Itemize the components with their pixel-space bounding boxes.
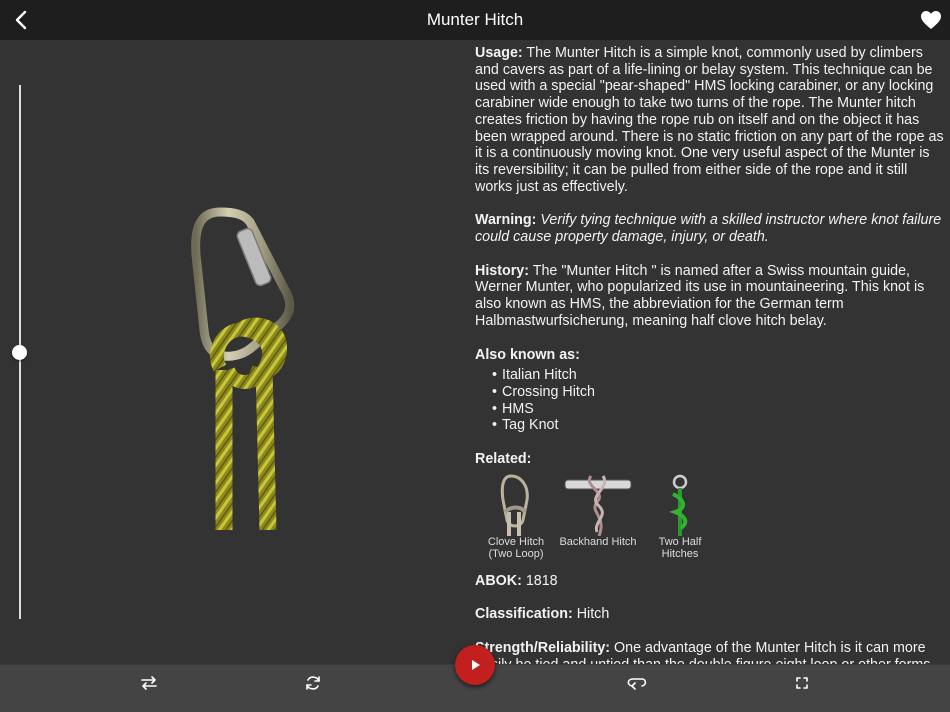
fullscreen-icon xyxy=(796,677,808,689)
page-title: Munter Hitch xyxy=(426,10,524,29)
animation-slider-thumb[interactable] xyxy=(12,344,27,360)
aka-item: Italian Hitch xyxy=(492,367,945,384)
heart-icon xyxy=(921,11,941,29)
warning-text: Verify tying technique with a skilled in… xyxy=(475,212,942,246)
backhand-hitch-thumbnail xyxy=(564,474,632,536)
aka-item: Tag Knot xyxy=(492,417,945,434)
abok-value: 1818 xyxy=(521,572,558,589)
swap-ends-button[interactable] xyxy=(136,673,162,693)
strength-label: Strength/Reliability: xyxy=(475,640,611,657)
fullscreen-button[interactable] xyxy=(789,673,815,693)
aka-item: Crossing Hitch xyxy=(492,384,945,401)
loop-button[interactable] xyxy=(624,673,650,693)
aka-item: HMS xyxy=(492,401,945,418)
play-button[interactable] xyxy=(455,645,495,685)
knot-viewer[interactable] xyxy=(0,40,465,664)
strength-paragraph: Strength/Reliability: One advantage of t… xyxy=(475,640,945,664)
classification-label: Classification: xyxy=(475,606,573,623)
rotate-button[interactable] xyxy=(300,673,326,693)
classification-value: Hitch xyxy=(572,606,610,623)
aka-heading: Also known as: xyxy=(475,346,580,363)
rotate-icon xyxy=(306,676,320,690)
abok-line: ABOK: 1818 xyxy=(475,573,945,590)
related-heading: Related: xyxy=(475,451,532,468)
knot-info-panel[interactable]: Usage: The Munter Hitch is a simple knot… xyxy=(475,40,945,664)
munter-hitch-illustration xyxy=(191,207,295,530)
classification-line: Classification: Hitch xyxy=(475,606,945,623)
usage-label: Usage: xyxy=(475,45,523,61)
related-label: Clove Hitch (Two Loop) xyxy=(487,535,545,561)
clove-hitch-thumbnail xyxy=(500,474,529,536)
swap-arrows-icon xyxy=(141,676,157,690)
warning-label: Warning: xyxy=(475,212,537,229)
usage-text: The Munter Hitch is a simple knot, commo… xyxy=(475,45,944,195)
favorite-button[interactable] xyxy=(919,8,943,32)
play-icon xyxy=(472,660,480,670)
history-label: History: xyxy=(475,262,530,279)
loop-icon xyxy=(627,678,647,690)
warning-paragraph: Warning: Verify tying technique with a s… xyxy=(475,212,945,245)
related-knots: Clove Hitch (Two Loop) Backhand Hitch Tw… xyxy=(475,472,945,562)
aka-list: Italian Hitch Crossing Hitch HMS Tag Kno… xyxy=(492,367,945,434)
usage-paragraph: Usage: The Munter Hitch is a simple knot… xyxy=(475,45,945,195)
related-two-half-hitches[interactable]: Two Half Hitches xyxy=(639,472,721,562)
navigation-bar: Munter Hitch xyxy=(0,0,950,40)
related-backhand-hitch[interactable]: Backhand Hitch xyxy=(557,472,639,562)
abok-label: ABOK: xyxy=(475,572,522,589)
related-clove-hitch[interactable]: Clove Hitch (Two Loop) xyxy=(475,472,557,562)
related-label: Two Half Hitches xyxy=(658,535,702,561)
history-text: The "Munter Hitch " is named after a Swi… xyxy=(475,262,925,329)
history-paragraph: History: The "Munter Hitch " is named af… xyxy=(475,263,945,330)
related-label: Backhand Hitch xyxy=(559,535,637,548)
two-half-hitches-thumbnail xyxy=(669,474,688,536)
